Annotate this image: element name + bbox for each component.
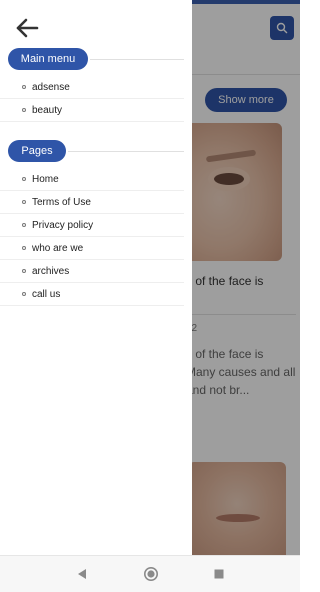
back-button[interactable] bbox=[14, 17, 40, 39]
menu-item-beauty[interactable]: beauty bbox=[0, 99, 184, 122]
menu-item-label: Privacy policy bbox=[32, 219, 94, 231]
system-home-button[interactable] bbox=[141, 565, 161, 583]
menu-item-adsense[interactable]: adsense bbox=[0, 76, 184, 99]
menu-item-label: Terms of Use bbox=[32, 196, 91, 208]
main-menu-list: adsense beauty bbox=[0, 76, 184, 122]
bullet-icon bbox=[22, 85, 26, 89]
menu-item-who-are-we[interactable]: who are we bbox=[0, 237, 184, 260]
menu-item-call-us[interactable]: call us bbox=[0, 283, 184, 306]
menu-item-privacy-policy[interactable]: Privacy policy bbox=[0, 214, 184, 237]
menu-item-terms-of-use[interactable]: Terms of Use bbox=[0, 191, 184, 214]
menu-item-label: Home bbox=[32, 173, 59, 185]
bullet-icon bbox=[22, 200, 26, 204]
menu-item-label: who are we bbox=[32, 242, 84, 254]
triangle-back-icon bbox=[78, 569, 86, 579]
navigation-drawer: Main menu adsense beauty Pages Home Term… bbox=[0, 0, 192, 555]
menu-item-label: adsense bbox=[32, 81, 70, 93]
arrow-left-icon bbox=[16, 18, 39, 38]
bullet-icon bbox=[22, 223, 26, 227]
section-divider bbox=[90, 59, 184, 60]
screen: Show more s of the face is 22 s of the f… bbox=[0, 0, 300, 592]
bullet-icon bbox=[22, 108, 26, 112]
system-recents-button[interactable] bbox=[209, 565, 229, 583]
section-heading-pages: Pages bbox=[8, 140, 66, 162]
bullet-icon bbox=[22, 292, 26, 296]
menu-item-archives[interactable]: archives bbox=[0, 260, 184, 283]
section-divider bbox=[68, 151, 184, 152]
menu-item-home[interactable]: Home bbox=[0, 168, 184, 191]
bullet-icon bbox=[22, 269, 26, 273]
pages-menu-list: Home Terms of Use Privacy policy who are… bbox=[0, 168, 184, 306]
system-back-button[interactable] bbox=[72, 565, 92, 583]
section-heading-main-menu: Main menu bbox=[8, 48, 88, 70]
menu-item-label: archives bbox=[32, 265, 70, 277]
square-recents-icon bbox=[214, 569, 224, 579]
bullet-icon bbox=[22, 246, 26, 250]
system-navigation-bar bbox=[0, 555, 300, 592]
menu-item-label: call us bbox=[32, 288, 61, 300]
bullet-icon bbox=[22, 177, 26, 181]
menu-item-label: beauty bbox=[32, 104, 63, 116]
circle-home-icon bbox=[144, 567, 158, 581]
